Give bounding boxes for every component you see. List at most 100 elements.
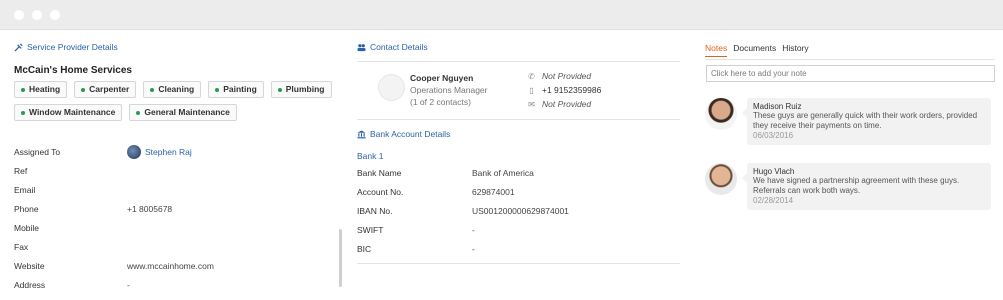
bank-label: SWIFT [357,225,384,235]
notes-tabs: Notes Documents History [705,43,809,57]
tag-heating[interactable]: Heating [14,81,68,98]
tag-label: Heating [29,84,61,94]
divider [357,61,680,62]
divider [357,263,680,264]
note-item: Madison Ruiz These guys are generally qu… [705,98,995,156]
tag-label: Carpenter [89,84,130,94]
field-label: Phone [14,203,39,214]
field-label: Fax [14,241,29,252]
provider-fields: Assigned To Stephen Raj Ref Email Phone +… [14,142,334,294]
avatar [127,144,141,159]
bank-label: BIC [357,244,372,254]
tab-divider [705,59,995,60]
bank-row: Bank Name Bank of America [357,168,657,178]
tag-general-maintenance[interactable]: General Maintenance [129,104,237,121]
note-text: These guys are generally quick with thei… [753,111,978,130]
contact-role: Operations Manager [410,85,488,95]
field-label: Website [14,260,45,271]
field-label: Email [14,184,36,195]
bank-label: IBAN No. [357,206,393,216]
bank-label: Bank Name [357,168,402,178]
tab-notes[interactable]: Notes [705,43,728,57]
tag-dot-icon [277,87,282,92]
section-title: Service Provider Details [27,42,118,52]
contact-name[interactable]: Cooper Nguyen [410,73,473,83]
window-titlebar [0,0,1003,30]
section-title: Bank Account Details [370,129,451,139]
bank-row: BIC - [357,244,657,254]
contact-header: Contact Details [357,42,428,52]
avatar [705,163,737,195]
service-provider-panel: Service Provider Details McCain's Home S… [14,31,344,300]
tag-label: Cleaning [158,84,195,94]
contact-mobile-row: ▯ +1 9152359986 [527,85,601,95]
tag-dot-icon [81,87,86,92]
phone-icon: ✆ [528,71,535,81]
contact-phone: Not Provided [542,71,592,81]
website-link[interactable]: www.mccainhome.com [127,261,214,271]
contact-phone-row: ✆ Not Provided [527,71,591,81]
tag-label: Window Maintenance [29,107,116,117]
assignee-link[interactable]: Stephen Raj [127,144,192,159]
users-icon [357,43,366,51]
field-row-address: Address - [14,275,334,294]
tab-documents[interactable]: Documents [733,43,776,57]
contact-count: (1 of 2 contacts) [410,97,471,107]
bank-row: IBAN No. US001200000629874001 [357,206,657,216]
note-bubble: Madison Ruiz These guys are generally qu… [742,98,991,145]
tag-dot-icon [215,87,220,92]
bank-label: Account No. [357,187,404,197]
window-maximize-button[interactable] [50,10,60,20]
company-name: McCain's Home Services [14,65,132,76]
contact-email-row: ✉ Not Provided [527,99,591,109]
tag-dot-icon [136,110,141,115]
note-author: Madison Ruiz [753,102,802,111]
tab-history[interactable]: History [782,43,808,57]
tag-label: Painting [223,84,257,94]
avatar [705,98,737,130]
note-author: Hugo Vlach [753,167,795,176]
tag-window-maintenance[interactable]: Window Maintenance [14,104,123,121]
tag-dot-icon [150,87,155,92]
field-row-assigned: Assigned To Stephen Raj [14,142,334,161]
scrollbar-thumb[interactable] [339,229,342,287]
add-note-input[interactable] [706,65,995,82]
mail-icon: ✉ [528,99,535,109]
field-row-phone: Phone +1 8005678 [14,199,334,218]
mobile-icon: ▯ [529,85,534,95]
field-row-email: Email [14,180,334,199]
field-label: Assigned To [14,146,61,157]
bank-value: 629874001 [472,187,515,197]
service-provider-header: Service Provider Details [14,42,118,52]
note-date: 02/28/2014 [753,196,794,205]
tag-carpenter[interactable]: Carpenter [74,81,137,98]
field-value: +1 8005678 [127,203,173,214]
field-value: - [127,279,130,290]
tag-label: Plumbing [285,84,325,94]
note-date: 06/03/2016 [753,131,794,140]
bank-value: Bank of America [472,168,534,178]
field-label: Address [14,279,46,290]
field-row-ref: Ref [14,161,334,180]
tag-plumbing[interactable]: Plumbing [270,81,332,98]
field-label: Ref [14,165,28,176]
service-tags: Heating Carpenter Cleaning Painting Plum… [14,81,344,121]
bank-account-title: Bank 1 [357,151,384,161]
contact-email: Not Provided [542,99,592,109]
window-minimize-button[interactable] [32,10,42,20]
bank-value: - [472,244,475,254]
bank-row: Account No. 629874001 [357,187,657,197]
note-bubble: Hugo Vlach We have signed a partnership … [742,163,991,210]
tag-painting[interactable]: Painting [208,81,264,98]
field-label: Mobile [14,222,40,233]
section-title: Contact Details [370,42,428,52]
contact-mobile: +1 9152359986 [542,85,602,95]
bank-row: SWIFT - [357,225,657,235]
app-content: Service Provider Details McCain's Home S… [0,31,1003,300]
tools-icon [14,42,23,52]
tag-cleaning[interactable]: Cleaning [143,81,202,98]
bank-value: US001200000629874001 [472,206,569,216]
tag-dot-icon [21,87,25,92]
divider [357,119,680,120]
window-close-button[interactable] [14,10,24,20]
